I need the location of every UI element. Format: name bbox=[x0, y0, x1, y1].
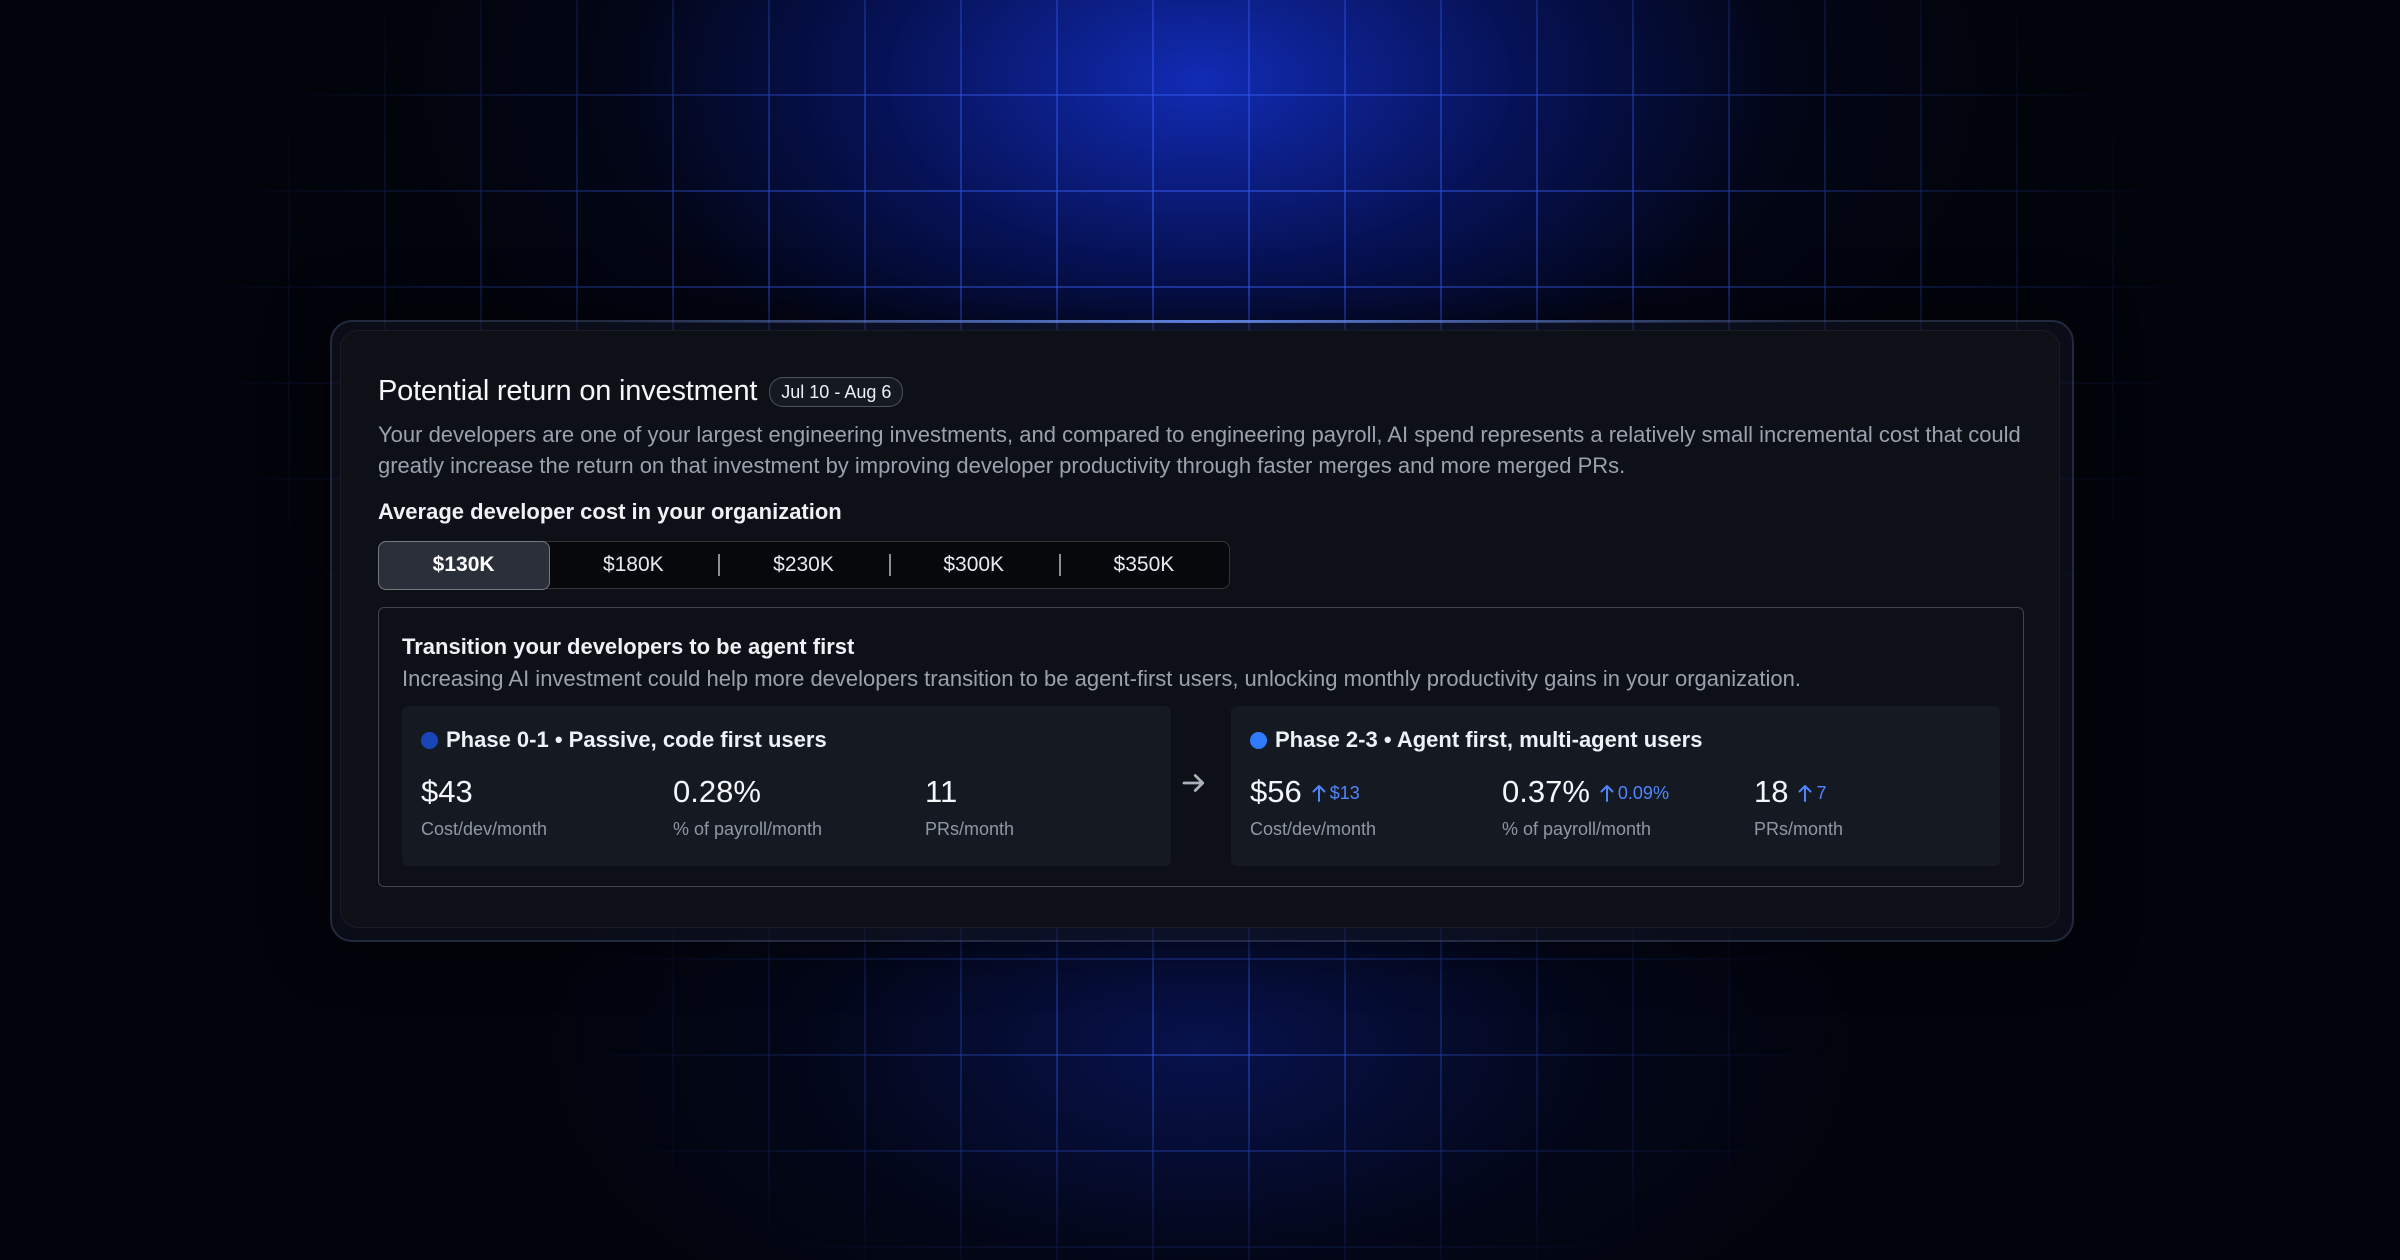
phase-title: Phase 2-3 • Agent first, multi-agent use… bbox=[1275, 727, 1703, 752]
metric-cost: $43 Cost/dev/month bbox=[421, 774, 673, 840]
metric-value: 0.37% bbox=[1502, 774, 1590, 809]
metric-delta-value: 0.09% bbox=[1617, 782, 1669, 803]
page-title: Potential return on investment bbox=[378, 375, 758, 407]
metric-label: PRs/month bbox=[1754, 819, 1844, 839]
arrow-up-icon bbox=[1798, 785, 1812, 802]
metric-value: 0.28% bbox=[673, 774, 761, 809]
phase-dot-icon bbox=[421, 731, 438, 749]
metric-label: Cost/dev/month bbox=[421, 819, 548, 839]
metric-value: $43 bbox=[421, 774, 473, 809]
metric-value: 18 bbox=[1754, 774, 1789, 809]
cost-option-130k[interactable]: $130K bbox=[377, 540, 550, 590]
metric-payroll: 0.37% 0.09% % of payroll/month bbox=[1502, 774, 1754, 840]
metric-delta: 7 bbox=[1798, 782, 1827, 804]
metric-label: PRs/month bbox=[925, 819, 1015, 839]
transition-title: Transition your developers to be agent f… bbox=[402, 634, 855, 659]
phase-header: Phase 2-3 • Agent first, multi-agent use… bbox=[1250, 727, 1702, 753]
phase-header: Phase 0-1 • Passive, code first users bbox=[421, 727, 827, 753]
metric-delta-value: $13 bbox=[1329, 782, 1360, 803]
phase-card-2-3: Phase 2-3 • Agent first, multi-agent use… bbox=[1231, 706, 2000, 866]
metric-delta: 0.09% bbox=[1600, 783, 1669, 804]
transition-panel: Transition your developers to be agent f… bbox=[378, 607, 2024, 887]
metric-label: % of payroll/month bbox=[1502, 819, 1652, 839]
cost-option-230k[interactable]: $230K bbox=[718, 542, 888, 588]
metric-delta-value: 7 bbox=[1816, 782, 1827, 803]
arrow-right-icon bbox=[1182, 774, 1205, 792]
background-stage: Potential return on investment Jul 10 - … bbox=[0, 0, 2400, 1260]
developer-cost-selector: $130K $180K $230K $300K $350K bbox=[377, 540, 1230, 590]
cost-option-180k[interactable]: $180K bbox=[548, 542, 718, 588]
metric-delta: $13 bbox=[1312, 783, 1360, 804]
roi-card: Potential return on investment Jul 10 - … bbox=[340, 330, 2060, 928]
cost-option-350k[interactable]: $350K bbox=[1058, 542, 1229, 588]
metric-value: $56 bbox=[1250, 774, 1302, 809]
title-row: Potential return on investment Jul 10 - … bbox=[378, 375, 904, 408]
metric-prs: 18 7 PRs/month bbox=[1754, 774, 2006, 840]
phase-metrics: $43 Cost/dev/month 0.28% % of payroll/mo… bbox=[421, 774, 1177, 840]
roi-description: Your developers are one of your largest … bbox=[378, 422, 2021, 478]
date-range-badge[interactable]: Jul 10 - Aug 6 bbox=[769, 376, 904, 407]
transition-description: Increasing AI investment could help more… bbox=[402, 666, 1801, 691]
arrow-up-icon bbox=[1600, 785, 1614, 802]
metric-payroll: 0.28% % of payroll/month bbox=[673, 774, 925, 840]
cost-option-300k[interactable]: $300K bbox=[888, 542, 1059, 588]
phase-card-0-1: Phase 0-1 • Passive, code first users $4… bbox=[402, 706, 1171, 866]
metric-cost: $56 $13 Cost/dev/month bbox=[1250, 774, 1502, 840]
metric-value: 11 bbox=[925, 774, 958, 809]
metric-prs: 11 PRs/month bbox=[925, 774, 1177, 840]
phase-dot-icon bbox=[1250, 731, 1267, 749]
cost-selector-label: Average developer cost in your organizat… bbox=[378, 499, 842, 524]
arrow-up-icon bbox=[1312, 785, 1326, 802]
phase-title: Phase 0-1 • Passive, code first users bbox=[446, 727, 827, 752]
metric-label: Cost/dev/month bbox=[1250, 819, 1377, 839]
metric-label: % of payroll/month bbox=[673, 819, 823, 839]
phase-metrics: $56 $13 Cost/dev/month 0.37% 0.09% % of … bbox=[1250, 774, 2006, 840]
